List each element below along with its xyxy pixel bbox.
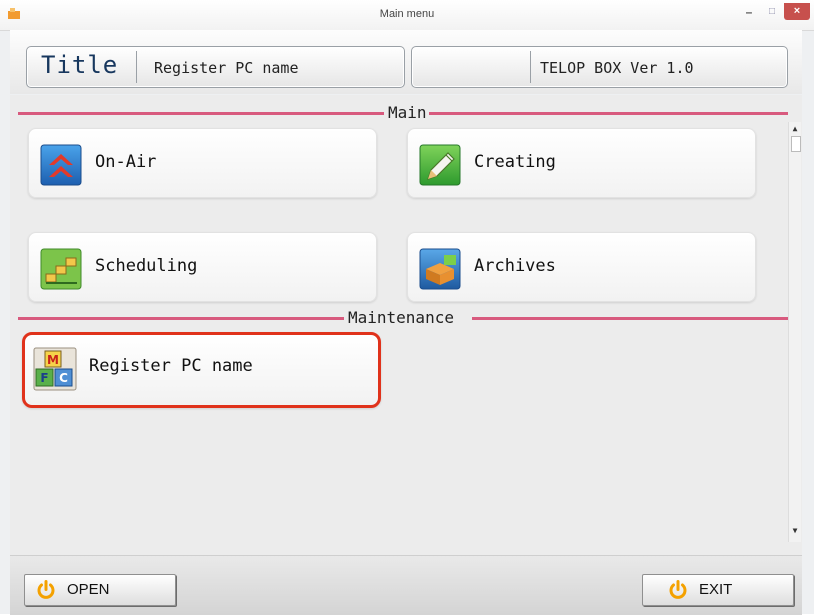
register-pc-name-button[interactable]: M F C Register PC name bbox=[22, 332, 381, 408]
current-screen-name: Register PC name bbox=[154, 59, 299, 77]
scroll-down-arrow-icon[interactable]: ▼ bbox=[789, 524, 801, 538]
svg-text:C: C bbox=[59, 371, 68, 385]
header-bar: Title Register PC name TELOP BOX Ver 1.0 bbox=[10, 30, 802, 94]
main-section-line-left bbox=[18, 112, 384, 115]
archives-button[interactable]: Archives bbox=[407, 232, 756, 302]
section-heading-main: Main bbox=[386, 103, 429, 122]
footer-bar: OPEN EXIT bbox=[10, 555, 802, 615]
title-bar[interactable]: Main menu – □ × bbox=[0, 0, 814, 31]
mfc-blocks-icon: M F C bbox=[33, 347, 77, 391]
vertical-scrollbar[interactable]: ▲ ▼ bbox=[788, 122, 801, 542]
maximize-button[interactable]: □ bbox=[761, 3, 783, 21]
open-label: OPEN bbox=[67, 581, 110, 598]
scroll-up-arrow-icon[interactable]: ▲ bbox=[789, 122, 801, 136]
scheduling-button[interactable]: Scheduling bbox=[28, 232, 377, 302]
version-box: TELOP BOX Ver 1.0 bbox=[411, 46, 788, 88]
on-air-button[interactable]: On-Air bbox=[28, 128, 377, 198]
main-section-line-right bbox=[428, 112, 788, 115]
title-divider bbox=[136, 51, 137, 83]
minimize-button[interactable]: – bbox=[738, 3, 760, 21]
title-label: Title bbox=[41, 51, 119, 79]
on-air-label: On-Air bbox=[95, 152, 157, 172]
svg-text:M: M bbox=[47, 353, 59, 367]
archive-box-icon bbox=[419, 248, 461, 290]
window-title: Main menu bbox=[379, 8, 435, 20]
schedule-blocks-icon bbox=[40, 248, 82, 290]
version-divider bbox=[530, 51, 531, 83]
creating-button[interactable]: Creating bbox=[407, 128, 756, 198]
power-icon bbox=[37, 580, 55, 599]
open-button[interactable]: OPEN bbox=[24, 574, 176, 606]
title-box: Title Register PC name bbox=[26, 46, 405, 88]
menu-content: Main On-Air Creating Scheduling Archives… bbox=[10, 95, 802, 555]
svg-text:F: F bbox=[40, 371, 48, 385]
pencil-icon bbox=[419, 144, 461, 186]
version-label: TELOP BOX Ver 1.0 bbox=[540, 59, 694, 77]
creating-label: Creating bbox=[474, 152, 556, 172]
register-pc-name-label: Register PC name bbox=[89, 356, 253, 376]
scheduling-label: Scheduling bbox=[95, 256, 198, 276]
scroll-thumb[interactable] bbox=[791, 136, 801, 152]
double-up-arrow-icon bbox=[40, 144, 82, 186]
exit-button[interactable]: EXIT bbox=[642, 574, 794, 606]
section-heading-maintenance: Maintenance bbox=[346, 308, 456, 327]
power-icon bbox=[669, 580, 687, 599]
maintenance-section-line-left bbox=[18, 317, 344, 320]
main-menu-window: Main menu – □ × Title Register PC name T… bbox=[0, 0, 814, 615]
maintenance-section-line-right bbox=[472, 317, 788, 320]
close-button[interactable]: × bbox=[784, 3, 810, 20]
exit-label: EXIT bbox=[699, 581, 733, 598]
archives-label: Archives bbox=[474, 256, 556, 276]
